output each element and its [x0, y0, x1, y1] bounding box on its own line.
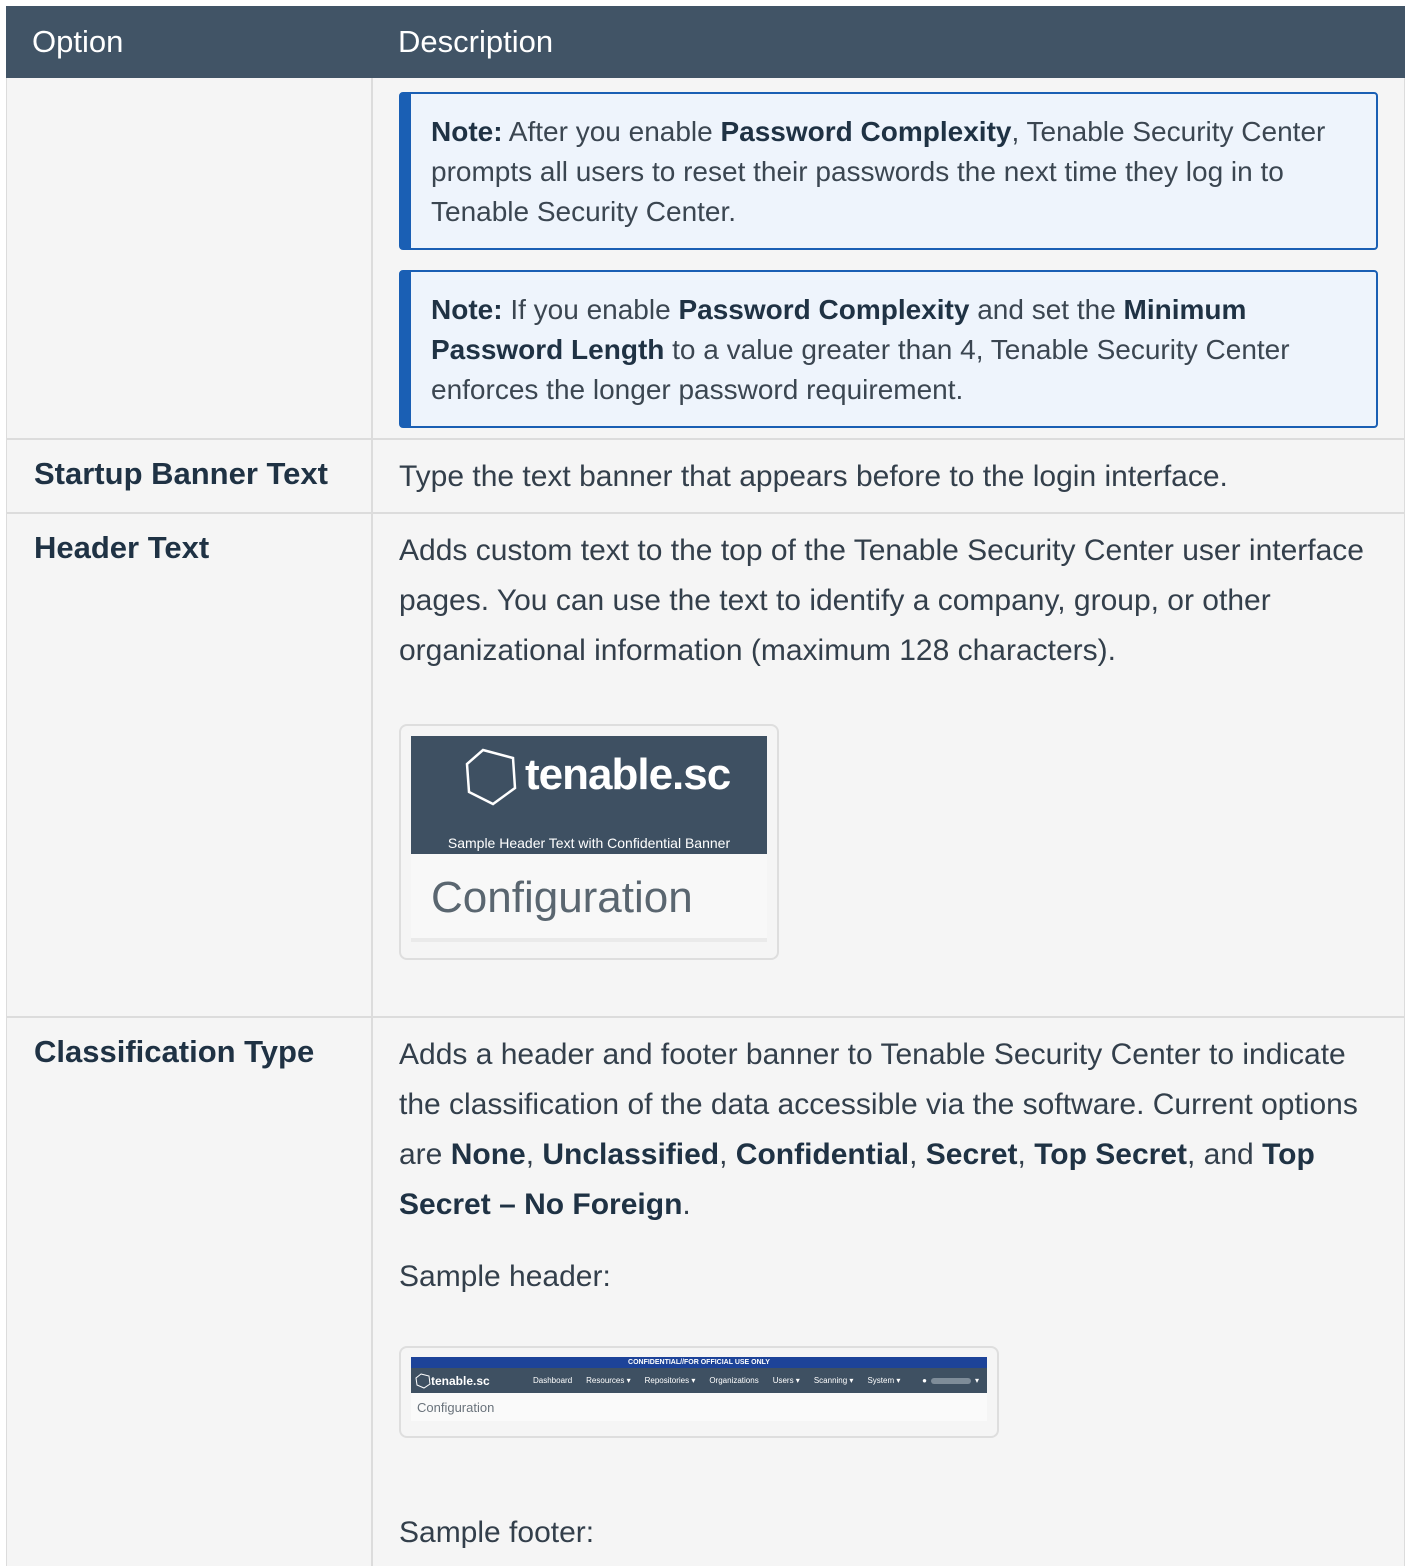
sample-header-label: Sample header:: [399, 1260, 611, 1293]
option-cell-empty: [7, 78, 373, 438]
note-label: Note:: [431, 116, 503, 147]
table-row: Header Text Adds custom text to the top …: [6, 514, 1405, 1018]
option-description: Type the text banner that appears before…: [399, 460, 1228, 493]
table-row: Note: After you enable Password Complexi…: [6, 78, 1405, 440]
sample-nav-bar: tenable.sc Dashboard Resources ▾ Reposit…: [411, 1368, 987, 1393]
table-row: Classification Type Adds a header and fo…: [6, 1018, 1405, 1566]
table-row: Startup Banner Text Type the text banner…: [6, 440, 1405, 514]
sample-header-text: Sample Header Text with Confidential Ban…: [447, 835, 731, 851]
sample-footer-label: Sample footer:: [399, 1516, 595, 1549]
nav-item: Organizations: [709, 1375, 759, 1385]
nav-item: Scanning ▾: [813, 1375, 854, 1385]
option-description: Adds custom text to the top of the Tenab…: [399, 534, 1364, 667]
option-name: Header Text: [7, 514, 373, 1016]
option-description: Adds a header and footer banner to Tenab…: [399, 1038, 1358, 1221]
chevron-down-icon: ▾: [974, 1375, 979, 1385]
note-label: Note:: [431, 294, 503, 325]
sample-brand: tenable.sc: [415, 1356, 490, 1406]
nav-item: Users ▾: [772, 1375, 800, 1385]
option-name: Classification Type: [7, 1018, 373, 1566]
nav-item: Repositories ▾: [644, 1375, 696, 1385]
nav-item: Dashboard: [533, 1375, 573, 1385]
description-cell: Adds custom text to the top of the Tenab…: [373, 514, 1404, 1016]
sample-brand: tenable.sc: [525, 750, 731, 799]
classification-sample-image: CONFIDENTIAL//FOR OFFICIAL USE ONLY tena…: [399, 1346, 999, 1438]
note-box: Note: After you enable Password Complexi…: [399, 92, 1378, 250]
tenable-logo-icon: [415, 1372, 431, 1389]
sample-user-menu: ● ▾: [922, 1356, 979, 1406]
blurred-username: [930, 1377, 971, 1384]
option-name: Startup Banner Text: [7, 440, 373, 512]
sample-nav-items: Dashboard Resources ▾ Repositories ▾ Org…: [533, 1356, 900, 1406]
description-cell: Adds a header and footer banner to Tenab…: [373, 1018, 1404, 1566]
note-box: Note: If you enable Password Complexity …: [399, 270, 1378, 428]
options-table: Option Description Note: After you enabl…: [6, 6, 1405, 1566]
column-header-description: Description: [398, 24, 554, 59]
sample-header-bar: tenable.sc Sample Header Text with Confi…: [411, 736, 767, 854]
user-icon: ●: [922, 1375, 927, 1385]
table-header: Option Description: [6, 6, 1405, 78]
nav-item: System ▾: [867, 1375, 901, 1385]
description-cell: Note: After you enable Password Complexi…: [373, 78, 1404, 438]
column-header-option: Option: [32, 24, 124, 59]
nav-item: Resources ▾: [586, 1375, 631, 1385]
tenable-logo-icon: [465, 748, 517, 806]
header-text-sample-image: tenable.sc Sample Header Text with Confi…: [399, 724, 779, 960]
